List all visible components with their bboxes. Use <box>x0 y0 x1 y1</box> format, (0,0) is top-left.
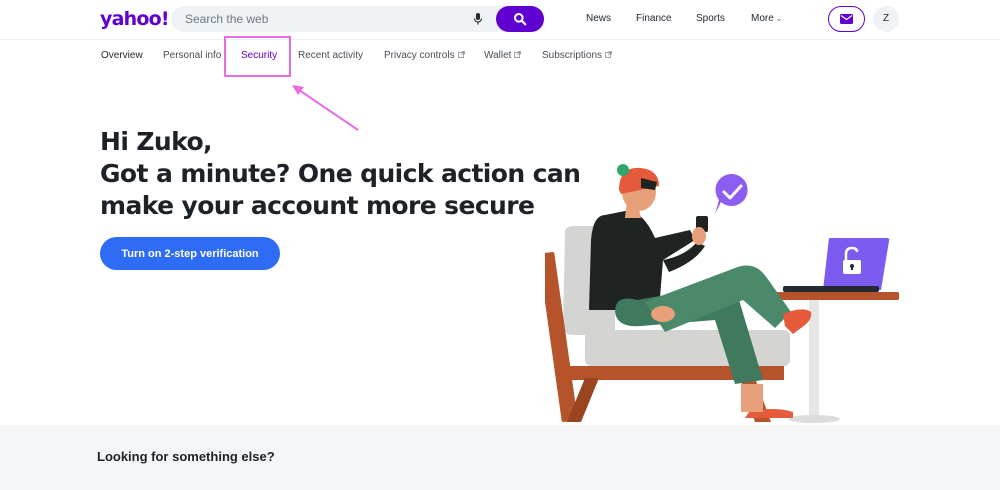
tab-recent-activity[interactable]: Recent activity <box>298 50 363 61</box>
avatar[interactable]: Z <box>873 6 899 32</box>
footer-title: Looking for something else? <box>97 449 275 464</box>
tab-label: Wallet <box>484 50 512 61</box>
external-link-icon <box>605 51 612 58</box>
external-link-icon <box>457 51 465 58</box>
mail-button[interactable] <box>828 6 865 32</box>
envelope-icon <box>840 14 853 24</box>
search-button[interactable] <box>496 6 544 32</box>
footer-section: Looking for something else? <box>0 425 1000 490</box>
nav-more-label: More <box>751 13 774 24</box>
yahoo-logo[interactable]: yahoo! <box>100 8 170 30</box>
search-box <box>171 6 544 32</box>
enable-2-step-verification-button[interactable]: Turn on 2-step verification <box>100 237 280 270</box>
hero-headline-line-1: Got a minute? One quick action can <box>100 159 581 188</box>
nav-more[interactable]: More ⌄ <box>751 13 783 24</box>
nav-news[interactable]: News <box>586 13 611 24</box>
external-link-icon <box>514 51 522 58</box>
search-icon <box>514 13 527 26</box>
nav-sports[interactable]: Sports <box>696 13 725 24</box>
tab-wallet[interactable]: Wallet <box>484 50 522 61</box>
annotation-arrow-icon <box>292 85 359 131</box>
chevron-down-icon: ⌄ <box>775 14 783 23</box>
tab-label: Privacy controls <box>384 50 455 61</box>
tab-personal-info[interactable]: Personal info <box>163 50 221 61</box>
tab-subscriptions[interactable]: Subscriptions <box>542 50 612 61</box>
hero-greeting: Hi Zuko, <box>100 127 213 156</box>
nav-finance[interactable]: Finance <box>636 13 672 24</box>
tab-privacy-controls[interactable]: Privacy controls <box>384 50 465 61</box>
microphone-icon[interactable] <box>471 12 485 26</box>
security-illustration <box>545 164 899 423</box>
hero-headline-line-2: make your account more secure <box>100 191 535 220</box>
security-tab-highlight <box>224 36 291 77</box>
search-input[interactable] <box>185 10 465 28</box>
tab-overview[interactable]: Overview <box>101 50 143 61</box>
top-header: yahoo! News Finance Sports More⌄ Z <box>0 0 1000 40</box>
tab-label: Subscriptions <box>542 50 603 61</box>
